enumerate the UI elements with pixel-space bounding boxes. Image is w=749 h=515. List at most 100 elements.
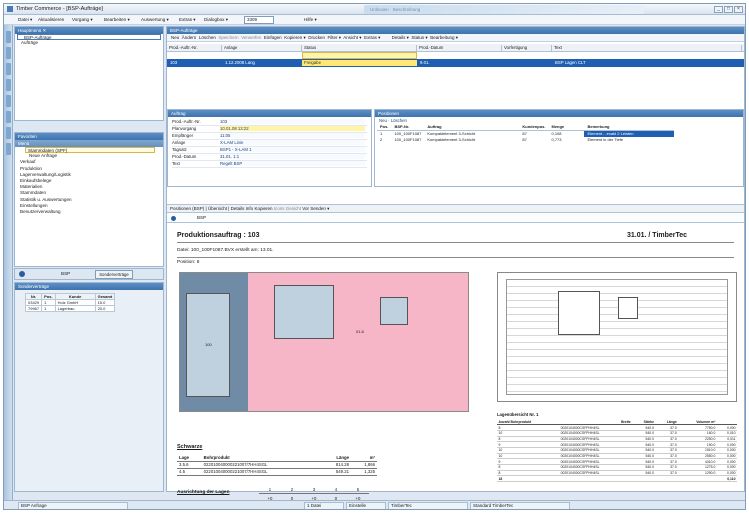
grid-filter-row[interactable] (167, 52, 744, 59)
field-value[interactable]: 10.01.08 13:22 (220, 126, 365, 131)
detail-field: Anlage X-LAM Linie (172, 140, 367, 147)
layer-drawing (497, 272, 737, 402)
toolbar-save-button[interactable]: Speichern (218, 35, 238, 40)
detail-field: Empfänger 11:05 (172, 133, 367, 140)
menu-bearbeiten[interactable]: Bearbeiten ▾ (104, 17, 130, 23)
minimize-button[interactable]: _ (714, 6, 723, 13)
menu-vorgang[interactable]: Vorgang ▾ (72, 17, 93, 23)
toolbar-view-button[interactable]: Ansicht ▾ (343, 35, 361, 40)
tab-bsp[interactable]: BSP (61, 271, 70, 276)
column-header-prod-datum[interactable]: Prod.-Datum (417, 45, 502, 51)
tab-senden[interactable]: Senden ▾ (310, 206, 329, 211)
column-header-anlage[interactable]: Anlage (222, 45, 302, 51)
toolbar-discard-button[interactable]: Verwerfen (241, 35, 261, 40)
toolbar-insert-button[interactable]: Einfügen (264, 35, 282, 40)
table-row[interactable]: 79967 1 Lagerbau 20.0 (24, 305, 116, 312)
tree-item-benutzerverwaltung[interactable]: Benutzerverwaltung (15, 209, 163, 215)
toolbar-bearbeitung-button[interactable]: Bearbeitung ▾ (430, 35, 458, 40)
tab-gesicht[interactable]: Gesicht (286, 206, 301, 211)
column-header: Lage (177, 454, 202, 462)
tab-uebersicht[interactable]: Übersicht (208, 206, 227, 211)
toolbar-edit-button[interactable]: Ändern (182, 35, 197, 40)
status-cell[interactable]: Freigabe (302, 60, 417, 66)
tab-info[interactable]: Info (246, 206, 254, 211)
menu-auswertung[interactable]: Auswertung ▾ (141, 17, 169, 23)
close-button[interactable]: × (734, 6, 743, 13)
toolbar-print-button[interactable]: Drucken (308, 35, 325, 40)
cell: 549.21 (320, 468, 352, 476)
menu-aktualisieren[interactable]: Aktualisieren (38, 17, 64, 22)
toolbar-filter-button[interactable]: Filter ▾ (328, 35, 342, 40)
status-bsp-anfrage[interactable]: BSP Anfrage (18, 502, 128, 509)
favorites-header: Favoriten (15, 133, 163, 140)
tab-vor[interactable]: Vor (302, 206, 309, 211)
table-row[interactable]: 2 100_100F1087 Kompaktelement 3-Schicht … (377, 137, 674, 143)
cell: 9.01. (420, 60, 430, 65)
nav-item-auftraege[interactable]: Aufträge (15, 40, 163, 46)
table-row[interactable]: 03429 1 Holz GmbH 15.0 (24, 299, 116, 306)
cell: Lagerbau (54, 305, 96, 312)
tab-details[interactable]: Details (231, 206, 245, 211)
cell: 2 (380, 137, 383, 143)
column-header-vorfertigung[interactable]: Vorfertigung (502, 45, 552, 51)
tab-icons[interactable]: Icons (274, 206, 285, 211)
field-value[interactable]: 31.01. 1:1 (220, 154, 365, 159)
maximize-button[interactable]: □ (724, 6, 733, 13)
toolbar-status-button[interactable]: Status ▾ (411, 35, 427, 40)
toolbar-details-button[interactable]: Details ▾ (392, 35, 409, 40)
field-value[interactable]: 103 (220, 119, 365, 124)
column-header[interactable]: Kundenpos. (519, 124, 549, 131)
dock-icon[interactable] (6, 95, 11, 107)
dock-icon[interactable] (6, 127, 11, 139)
field-value[interactable]: BSP1 - X-LAM 1 (220, 147, 365, 152)
positions-actions[interactable]: Neu · Löschen (375, 117, 743, 124)
status-timbertec: TimberTec (388, 502, 468, 509)
field-value[interactable]: X-LAM Linie (220, 140, 365, 145)
dock-icon[interactable] (6, 31, 11, 43)
detail-field: Tagsatz BSP1 - X-LAM 1 (172, 147, 367, 154)
dock-icon[interactable] (6, 143, 11, 155)
cell: 4.5 (177, 468, 202, 476)
title-search-box[interactable]: Unknown · Beschreibung (364, 5, 644, 14)
field-value[interactable]: 11:05 (220, 133, 365, 138)
column-header: m² (351, 454, 377, 462)
divider (177, 257, 734, 258)
cell: 100_100F1087 (394, 137, 422, 143)
column-header-status[interactable]: Status (302, 45, 417, 51)
sonderverträge-button[interactable]: Sonderverträge (95, 270, 133, 279)
dock-icon[interactable] (6, 47, 11, 59)
status-filter-cell[interactable] (302, 52, 417, 59)
main-panel: BSP-Aufträge Neu Ändern Löschen Speicher… (166, 26, 745, 503)
dock-icon[interactable] (6, 63, 11, 75)
divider (177, 242, 734, 243)
dock-icon[interactable] (6, 79, 11, 91)
boards-header: Schwarze (177, 444, 203, 450)
table-row[interactable]: 103 1.12.2008 Lang Freigabe 9.01. BSP La… (167, 59, 744, 67)
menu-dialogbox[interactable]: Dialogbox ▾ (204, 17, 228, 23)
tab-positionen[interactable]: Positionen (BSP) (170, 206, 204, 211)
column-header-auftrag[interactable]: Prod.-Auftr.-Nr. (167, 45, 222, 51)
cell: 0,110 (716, 475, 737, 483)
toolbar-delete-button[interactable]: Löschen (199, 35, 216, 40)
document-number-field[interactable]: 3309 (244, 16, 274, 24)
column-header[interactable]: Gesamt (94, 293, 116, 300)
order-detail-header: Auftrag (168, 110, 371, 117)
toolbar-copy-button[interactable]: Kopieren ▾ (284, 35, 306, 40)
menu-datei[interactable]: Datei ▾ (18, 17, 32, 23)
main-panel-header: BSP-Aufträge (167, 27, 744, 34)
tab-kopieren[interactable]: Kopieren (254, 206, 272, 211)
field-value[interactable]: Regelt BSP (220, 161, 365, 166)
layer-cutout (618, 297, 638, 319)
menu-hilfe[interactable]: Hilfe ▾ (304, 17, 317, 23)
toolbar-new-button[interactable]: Neu (171, 35, 179, 40)
dock-icon[interactable] (6, 111, 11, 123)
globe-icon[interactable] (19, 271, 25, 277)
tab-bsp-document[interactable]: BSP (197, 215, 206, 220)
cell: BSP Lagen CLT (555, 60, 586, 65)
toolbar-extras-button[interactable]: Extras ▾ (364, 35, 380, 40)
title-bar: Timber Commerce - [BSP-Aufträge] Unknown… (4, 4, 745, 15)
menu-extras[interactable]: Extras ▾ (179, 17, 196, 23)
column-header-text[interactable]: Text (552, 45, 742, 51)
field-label: Empfänger (172, 133, 194, 138)
cell: 3 (303, 486, 325, 494)
